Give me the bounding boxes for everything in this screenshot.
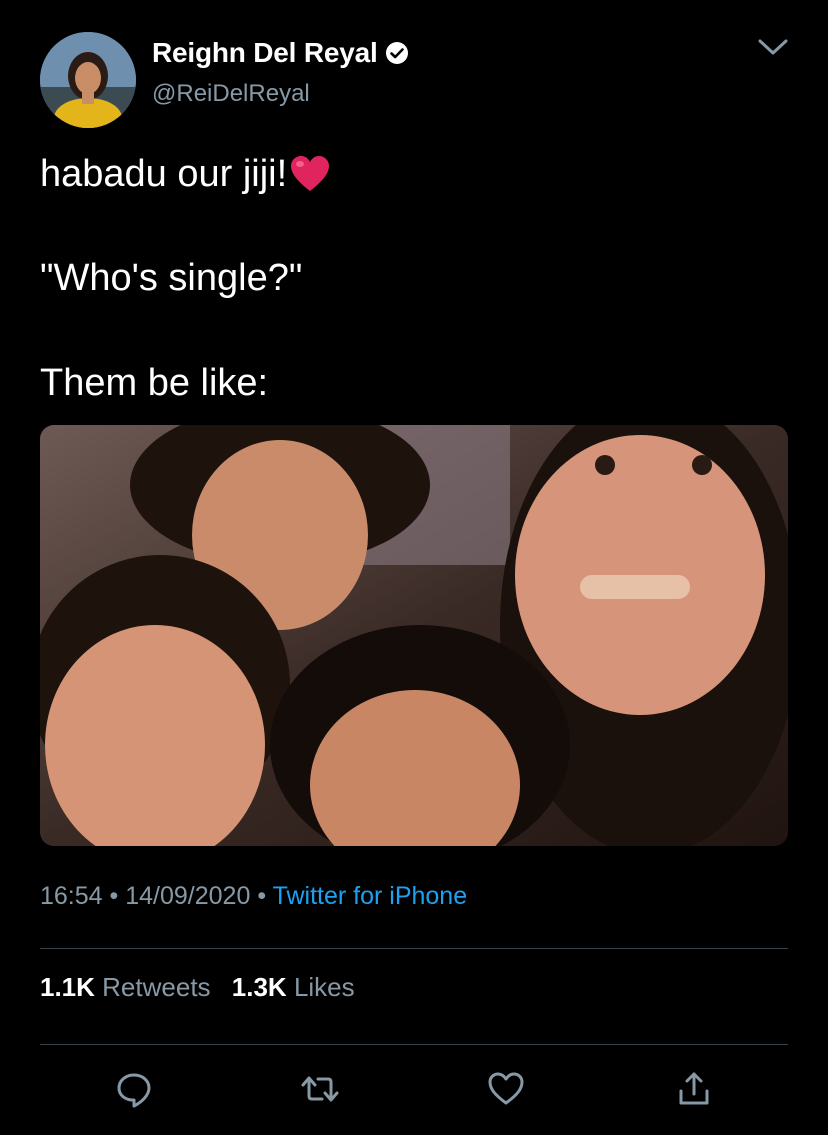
likes-count[interactable]: 1.3K bbox=[232, 972, 287, 1002]
chevron-down-icon[interactable] bbox=[756, 32, 790, 62]
reply-icon[interactable] bbox=[114, 1069, 154, 1109]
retweets-label[interactable]: Retweets bbox=[102, 972, 210, 1002]
share-icon[interactable] bbox=[674, 1069, 714, 1109]
meta-separator: • bbox=[257, 882, 267, 910]
tweet-date: 14/09/2020 bbox=[125, 882, 251, 910]
likes-label[interactable]: Likes bbox=[294, 972, 355, 1002]
author-name-row: Reighn Del Reyal bbox=[152, 37, 409, 69]
retweets-count[interactable]: 1.1K bbox=[40, 972, 95, 1002]
tweet-meta: 16:54 • 14/09/2020 • Twitter for iPhone bbox=[40, 882, 467, 911]
verified-badge-icon bbox=[385, 41, 409, 65]
tweet-text-content: habadu our jiji! bbox=[40, 153, 288, 195]
author-handle[interactable]: @ReiDelReyal bbox=[152, 80, 310, 108]
tweet-media-photo[interactable] bbox=[40, 425, 788, 846]
tweet-text-line: "Who's single?" bbox=[40, 257, 303, 299]
tweet-time: 16:54 bbox=[40, 882, 103, 910]
tweet-text-line: habadu our jiji! bbox=[40, 152, 331, 196]
divider bbox=[40, 948, 788, 949]
heart-emoji-icon bbox=[289, 154, 331, 194]
like-icon[interactable] bbox=[486, 1069, 526, 1109]
retweet-icon[interactable] bbox=[300, 1069, 340, 1109]
tweet-text-line: Them be like: bbox=[40, 362, 269, 404]
tweet-source-link[interactable]: Twitter for iPhone bbox=[273, 882, 468, 910]
author-display-name[interactable]: Reighn Del Reyal bbox=[152, 37, 378, 69]
tweet-stats: 1.1K Retweets 1.3K Likes bbox=[40, 972, 369, 1003]
meta-separator: • bbox=[109, 882, 119, 910]
author-avatar[interactable] bbox=[40, 32, 136, 128]
divider bbox=[40, 1044, 788, 1045]
